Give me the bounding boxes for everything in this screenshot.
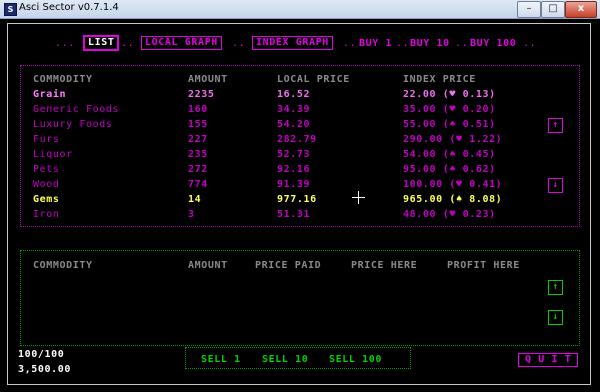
commodity-amount: 14 — [188, 194, 202, 205]
cargo-header-commodity: COMMODITY — [33, 260, 93, 271]
market-header-amount: AMOUNT — [188, 74, 228, 85]
tab-index-graph[interactable]: INDEX GRAPH — [252, 36, 333, 50]
sell-100-button[interactable]: SELL 100 — [329, 354, 382, 366]
commodity-name: Grain — [33, 89, 67, 100]
buy-10-button[interactable]: BUY 10 — [410, 38, 450, 50]
market-header-local-price: LOCAL PRICE — [277, 74, 350, 85]
tab-dots-right: .. — [523, 38, 537, 49]
market-header-commodity: COMMODITY — [33, 74, 93, 85]
market-scroll-down-button[interactable]: ↓ — [548, 178, 563, 193]
index-price: 48.00 (♥ 0.23) — [403, 209, 496, 220]
commodity-amount: 2235 — [188, 89, 215, 100]
commodity-name: Liquor — [33, 149, 73, 160]
commodity-name: Gems — [33, 194, 60, 205]
index-price: 95.00 (♠ 0.62) — [403, 164, 496, 175]
buy-100-button[interactable]: BUY 100 — [470, 38, 516, 50]
tab-dots: .. — [396, 38, 410, 49]
market-row[interactable]: Gems 14 977.16 965.00 (♠ 8.08) — [33, 194, 553, 206]
market-row[interactable]: Generic Foods 160 34.39 35.00 (♥ 0.20) — [33, 104, 553, 116]
quit-button[interactable]: Q U I T — [518, 353, 579, 367]
crosshair-cursor-icon — [352, 191, 365, 204]
cargo-scroll-up-button[interactable]: ↑ — [548, 280, 563, 295]
cargo-header-price-here: PRICE HERE — [351, 260, 418, 271]
index-price: 965.00 (♠ 8.08) — [403, 194, 503, 205]
cargo-header-profit-here: PROFIT HERE — [447, 260, 520, 271]
local-price: 282.79 — [277, 134, 317, 145]
index-price: 54.00 (♠ 0.45) — [403, 149, 496, 160]
commodity-amount: 227 — [188, 134, 208, 145]
game-screen: ... LIST .. LOCAL GRAPH .. INDEX GRAPH .… — [3, 19, 597, 390]
local-price: 92.16 — [277, 164, 311, 175]
commodity-name: Wood — [33, 179, 60, 190]
market-header-index-price: INDEX PRICE — [403, 74, 476, 85]
market-row[interactable]: Liquor 235 52.73 54.00 (♠ 0.45) — [33, 149, 553, 161]
tab-local-graph[interactable]: LOCAL GRAPH — [141, 36, 222, 50]
commodity-name: Luxury Foods — [33, 119, 113, 130]
window-title: Asci Sector v0.7.1.4 — [19, 2, 119, 13]
market-row[interactable]: Grain 2235 16.52 22.00 (♥ 0.13) — [33, 89, 553, 101]
tab-dots: .. — [455, 38, 469, 49]
cargo-header-price-paid: PRICE PAID — [255, 260, 322, 271]
close-button[interactable]: x — [565, 1, 597, 18]
minimize-button[interactable]: – — [517, 1, 541, 18]
sell-10-button[interactable]: SELL 10 — [262, 354, 308, 366]
index-price: 22.00 (♥ 0.13) — [403, 89, 496, 100]
index-price: 100.00 (♥ 0.41) — [403, 179, 503, 190]
commodity-name: Iron — [33, 209, 60, 220]
commodity-name: Furs — [33, 134, 60, 145]
credits: 3,500.00 — [18, 364, 71, 375]
local-price: 977.16 — [277, 194, 317, 205]
local-price: 34.39 — [277, 104, 311, 115]
buy-1-button[interactable]: BUY 1 — [359, 38, 392, 50]
tab-dots: .. — [232, 38, 246, 49]
commodity-amount: 155 — [188, 119, 208, 130]
market-row[interactable]: Iron 3 51.31 48.00 (♥ 0.23) — [33, 209, 553, 221]
index-price: 290.00 (♥ 1.22) — [403, 134, 503, 145]
local-price: 91.39 — [277, 179, 311, 190]
commodity-amount: 235 — [188, 149, 208, 160]
index-price: 35.00 (♥ 0.20) — [403, 104, 496, 115]
commodity-name: Pets — [33, 164, 60, 175]
app-icon: S — [4, 3, 17, 16]
commodity-amount: 272 — [188, 164, 208, 175]
local-price: 52.73 — [277, 149, 311, 160]
tab-dots: .. — [121, 38, 135, 49]
local-price: 54.20 — [277, 119, 311, 130]
tab-list[interactable]: LIST — [83, 35, 120, 51]
market-scroll-up-button[interactable]: ↑ — [548, 118, 563, 133]
market-row[interactable]: Pets 272 92.16 95.00 (♠ 0.62) — [33, 164, 553, 176]
local-price: 51.31 — [277, 209, 311, 220]
commodity-name: Generic Foods — [33, 104, 120, 115]
market-row[interactable]: Wood 774 91.39 100.00 (♥ 0.41) — [33, 179, 553, 191]
app-window: S Asci Sector v0.7.1.4 – □ x ... LIST ..… — [0, 0, 600, 392]
cargo-header-amount: AMOUNT — [188, 260, 228, 271]
tab-dots: .. — [343, 38, 357, 49]
commodity-amount: 160 — [188, 104, 208, 115]
sell-1-button[interactable]: SELL 1 — [201, 354, 241, 366]
index-price: 55.00 (♠ 0.51) — [403, 119, 496, 130]
tab-dots-left: ... — [55, 38, 75, 49]
local-price: 16.52 — [277, 89, 311, 100]
market-row[interactable]: Furs 227 282.79 290.00 (♥ 1.22) — [33, 134, 553, 146]
cargo-scroll-down-button[interactable]: ↓ — [548, 310, 563, 325]
cargo-capacity: 100/100 — [18, 349, 65, 360]
maximize-button[interactable]: □ — [541, 1, 565, 18]
commodity-amount: 3 — [188, 209, 195, 220]
title-bar: S Asci Sector v0.7.1.4 – □ x — [0, 0, 600, 19]
market-row[interactable]: Luxury Foods 155 54.20 55.00 (♠ 0.51) — [33, 119, 553, 131]
commodity-amount: 774 — [188, 179, 208, 190]
